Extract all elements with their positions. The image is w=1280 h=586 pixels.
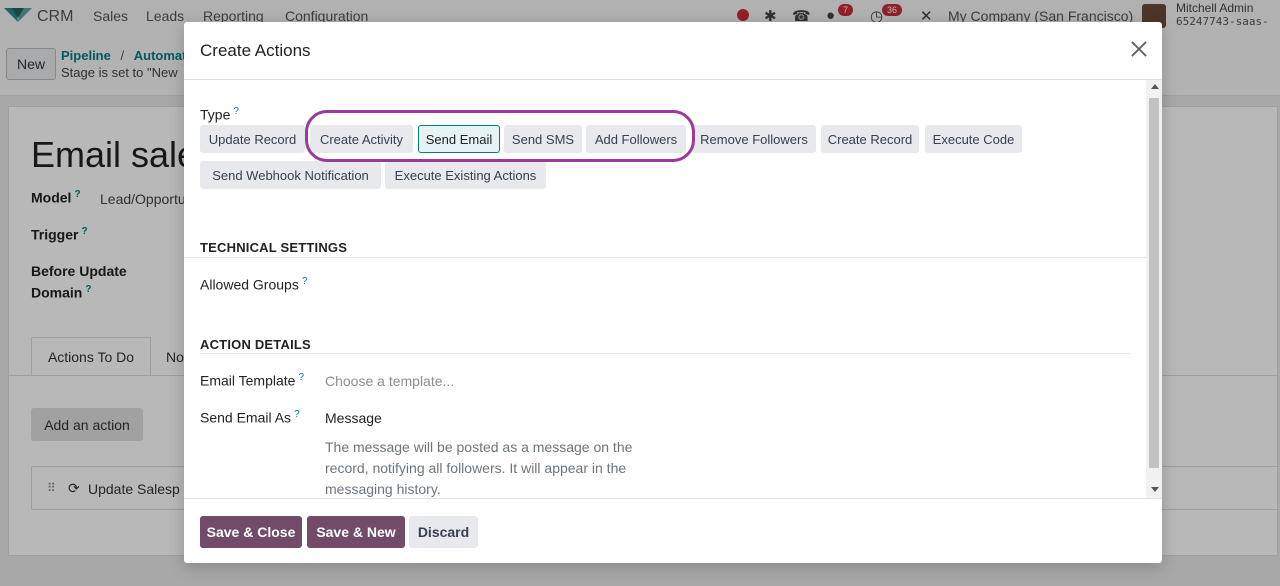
email-template-label: Email Template? bbox=[200, 372, 305, 389]
allowed-groups-label: Allowed Groups? bbox=[200, 276, 308, 293]
type-create-activity[interactable]: Create Activity bbox=[310, 125, 413, 153]
section-divider bbox=[184, 257, 1146, 258]
help-icon[interactable]: ? bbox=[298, 372, 304, 383]
type-remove-followers[interactable]: Remove Followers bbox=[692, 125, 816, 153]
technical-settings-heading: TECHNICAL SETTINGS bbox=[200, 240, 348, 255]
create-actions-dialog: Create Actions Type? Update Record Creat… bbox=[184, 22, 1162, 563]
scroll-down-arrow-icon[interactable] bbox=[1151, 487, 1159, 492]
help-icon[interactable]: ? bbox=[294, 409, 300, 420]
help-icon[interactable]: ? bbox=[233, 106, 239, 117]
modal-footer: Save & Close Save & New Discard bbox=[184, 498, 1162, 563]
send-email-as-description: The message will be posted as a message … bbox=[325, 439, 633, 497]
type-create-record[interactable]: Create Record bbox=[821, 125, 919, 153]
scroll-up-arrow-icon[interactable] bbox=[1151, 84, 1159, 89]
modal-header: Create Actions bbox=[184, 22, 1162, 80]
save-new-button[interactable]: Save & New bbox=[307, 516, 405, 548]
type-execute-existing-actions[interactable]: Execute Existing Actions bbox=[385, 161, 546, 189]
save-close-button[interactable]: Save & Close bbox=[200, 516, 302, 548]
modal-scrollbar[interactable] bbox=[1146, 80, 1162, 498]
action-details-heading: ACTION DETAILS bbox=[200, 337, 311, 352]
type-add-followers[interactable]: Add Followers bbox=[586, 125, 686, 153]
type-label: Type? bbox=[200, 106, 239, 123]
type-update-record[interactable]: Update Record bbox=[200, 125, 305, 153]
type-send-webhook-notification[interactable]: Send Webhook Notification bbox=[200, 161, 381, 189]
modal-body: Type? Update Record Create Activity Send… bbox=[184, 80, 1162, 498]
section-divider bbox=[200, 353, 1130, 354]
email-template-input[interactable]: Choose a template... bbox=[325, 373, 454, 389]
discard-button[interactable]: Discard bbox=[409, 516, 478, 548]
type-execute-code[interactable]: Execute Code bbox=[925, 125, 1022, 153]
send-email-as-radio-message[interactable]: Message bbox=[325, 410, 382, 426]
scroll-thumb[interactable] bbox=[1149, 98, 1159, 468]
help-icon[interactable]: ? bbox=[302, 276, 308, 287]
modal-title: Create Actions bbox=[200, 41, 311, 60]
close-icon[interactable] bbox=[1128, 38, 1150, 60]
type-send-sms[interactable]: Send SMS bbox=[504, 125, 582, 153]
type-send-email[interactable]: Send Email bbox=[418, 125, 500, 153]
send-email-as-label: Send Email As? bbox=[200, 409, 300, 426]
